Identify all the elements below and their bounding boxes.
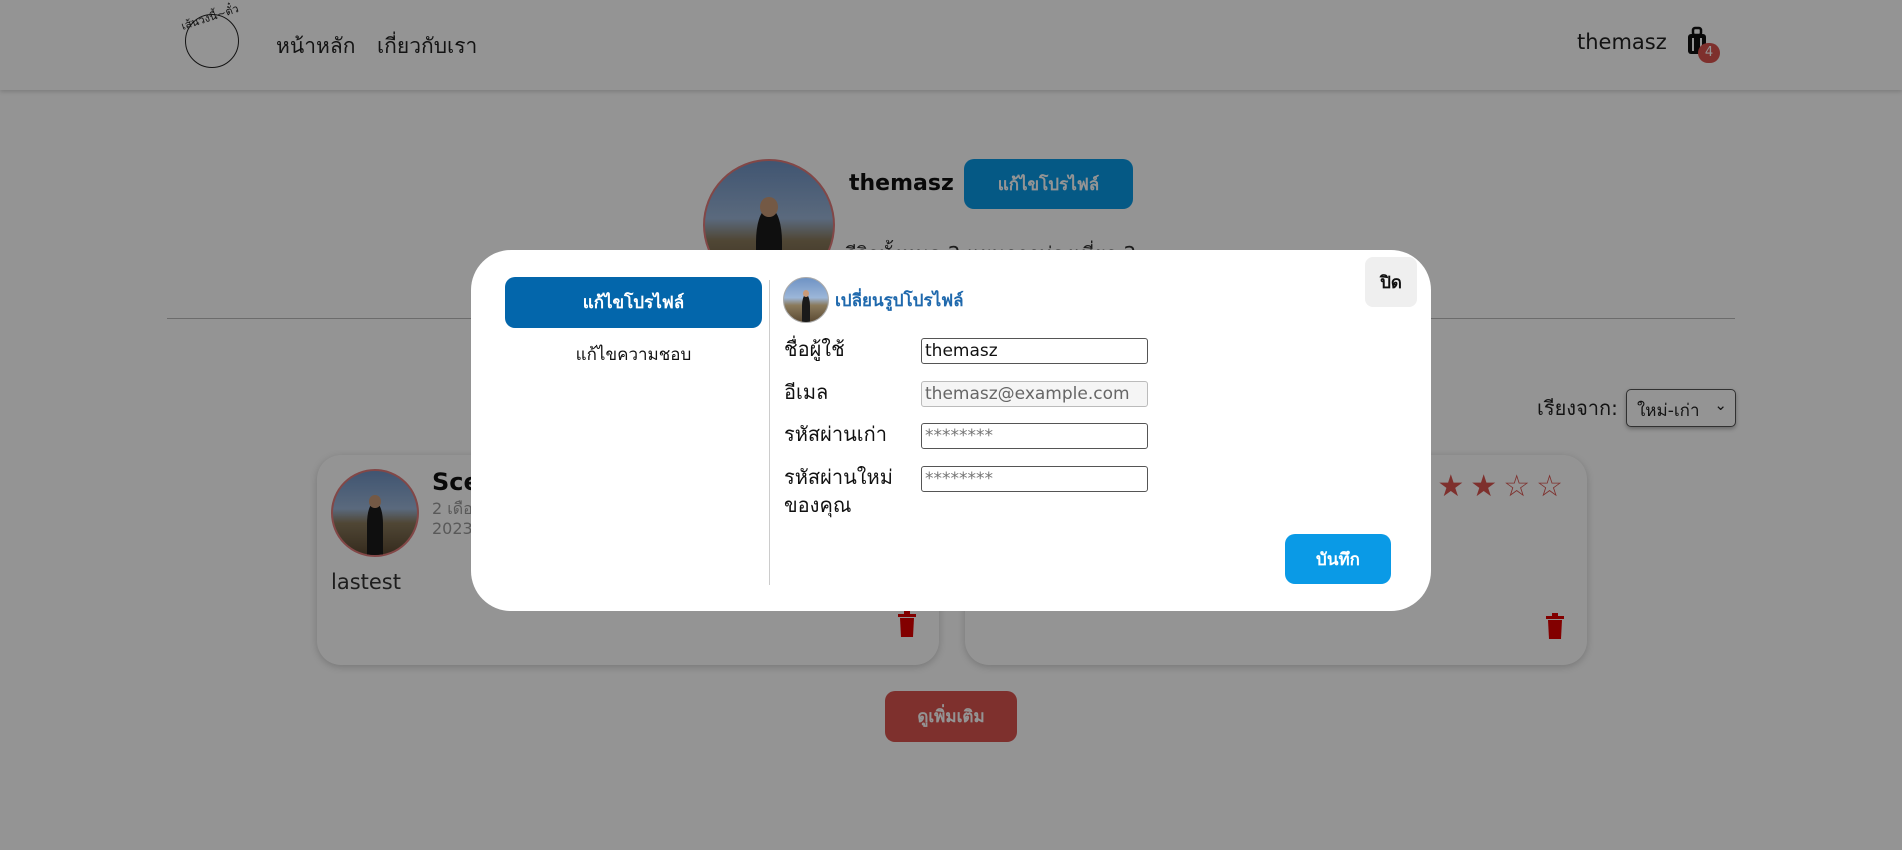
username-field[interactable]: [921, 338, 1148, 364]
email-field: [921, 381, 1148, 407]
new-password-label-line2: ของคุณ: [784, 493, 852, 517]
modal-avatar[interactable]: [783, 277, 829, 323]
new-password-field[interactable]: [921, 466, 1148, 492]
email-label: อีเมล: [784, 380, 829, 404]
new-password-label-line1: รหัสผ่านใหม่: [784, 465, 893, 489]
modal-divider: [769, 280, 770, 585]
username-label: ชื่อผู้ใช้: [784, 337, 845, 361]
edit-profile-modal: ปิด แก้ไขโปรไฟล์ แก้ไขความชอบ เปลี่ยนรูป…: [471, 250, 1431, 611]
old-password-field[interactable]: [921, 423, 1148, 449]
save-button[interactable]: บันทึก: [1285, 534, 1391, 584]
new-password-label: รหัสผ่านใหม่ ของคุณ: [784, 463, 893, 519]
menu-edit-preferences[interactable]: แก้ไขความชอบ: [505, 340, 762, 370]
menu-edit-profile[interactable]: แก้ไขโปรไฟล์: [505, 277, 762, 328]
close-button[interactable]: ปิด: [1365, 257, 1417, 307]
old-password-label: รหัสผ่านเก่า: [784, 422, 887, 446]
change-photo-link[interactable]: เปลี่ยนรูปโปรไฟล์: [835, 287, 964, 314]
